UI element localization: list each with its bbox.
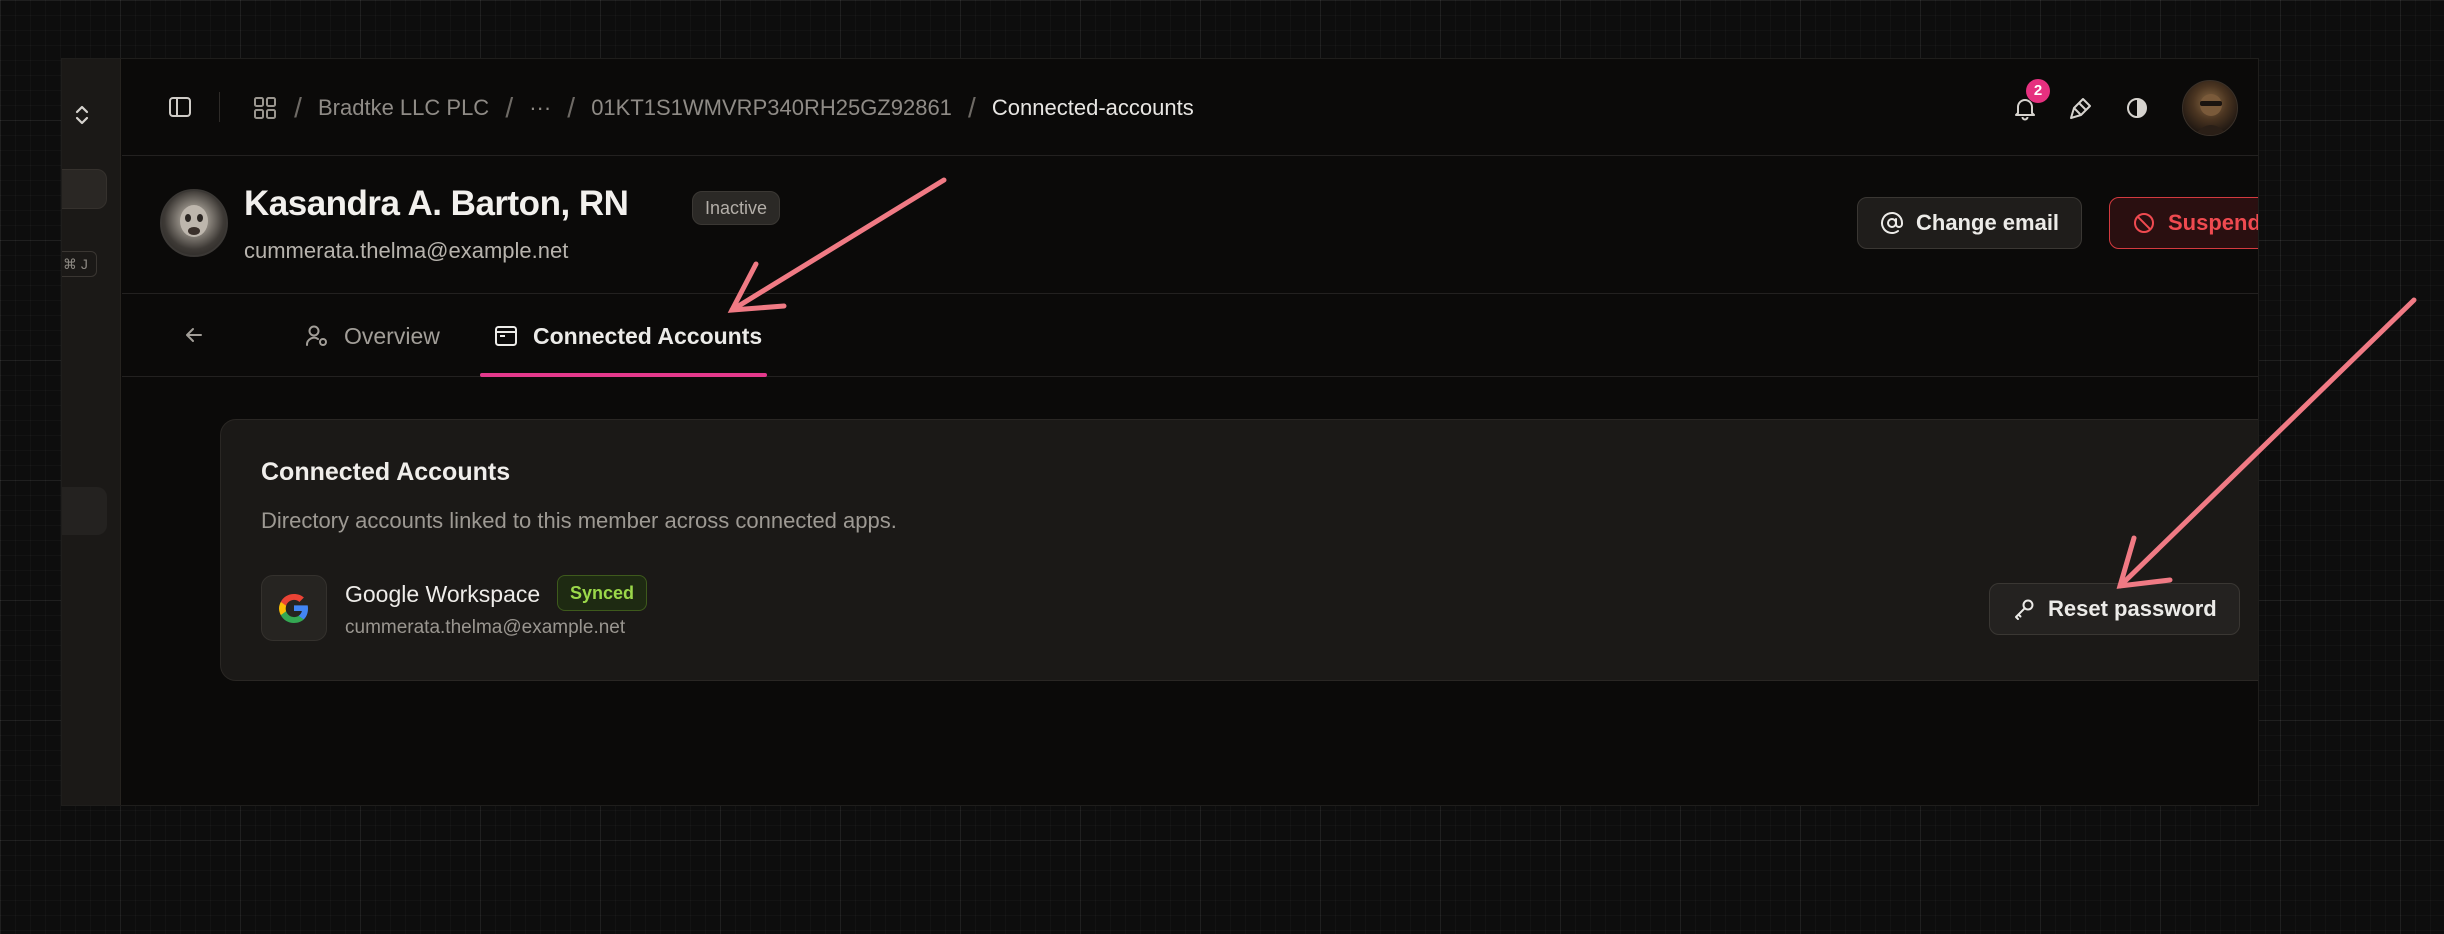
suspend-label: Suspend: [2168, 210, 2259, 235]
tab-connected-accounts[interactable]: Connected Accounts: [493, 295, 762, 377]
connected-account-email: cummerata.thelma@example.net: [345, 617, 626, 638]
divider: [219, 92, 220, 122]
breadcrumb-separator: /: [505, 91, 514, 123]
sync-status-badge: Synced: [557, 575, 648, 611]
breadcrumb-separator: /: [968, 91, 976, 123]
connected-accounts-card: Connected Accounts Directory accounts li…: [220, 419, 2258, 681]
chevrons-up-down-icon[interactable]: [68, 101, 96, 129]
reset-password-label: Reset password: [2048, 596, 2217, 621]
browser-window-icon: [493, 323, 519, 349]
tab-overview[interactable]: Overview: [304, 295, 440, 377]
user-avatar[interactable]: [2182, 79, 2238, 136]
tab-bar: Overview Connected Accounts: [122, 295, 2258, 377]
arrow-left-icon[interactable]: [177, 318, 211, 352]
tab-connected-accounts-label: Connected Accounts: [533, 322, 763, 349]
breadcrumb-item-member-id[interactable]: 01KT1S1WMVRP340RH25GZ92861: [591, 95, 952, 121]
breadcrumb-item-organization[interactable]: Bradtke LLC PLC: [318, 95, 489, 121]
sidebar-search-field[interactable]: [62, 169, 107, 209]
contrast-icon[interactable]: [2120, 91, 2154, 125]
breadcrumb: / Bradtke LLC PLC / ··· / 01KT1S1WMVRP34…: [252, 59, 1194, 156]
breadcrumb-ellipsis[interactable]: ···: [529, 95, 551, 121]
reset-password-button[interactable]: Reset password: [1989, 583, 2240, 635]
grid-icon[interactable]: [252, 95, 278, 121]
ban-icon: [2132, 211, 2156, 235]
app-window: ⌘ J / Bradtke LLC PLC / ··· / 01KT1S1WMV…: [61, 58, 2259, 806]
member-header: Kasandra A. Barton, RN Inactive cummerat…: [122, 156, 2258, 294]
breadcrumb-separator: /: [567, 91, 576, 123]
sidebar-toggle-icon[interactable]: [163, 90, 197, 124]
change-email-label: Change email: [1916, 210, 2060, 235]
member-name: Kasandra A. Barton, RN: [244, 184, 629, 223]
sidebar-collapsed: ⌘ J: [62, 59, 121, 805]
active-tab-indicator: [480, 373, 767, 377]
suspend-button[interactable]: Suspend: [2109, 197, 2259, 249]
main-panel: / Bradtke LLC PLC / ··· / 01KT1S1WMVRP34…: [122, 59, 2258, 805]
top-actions: 2: [2008, 59, 2238, 156]
notification-count-badge: 2: [2026, 78, 2050, 103]
shortcut-hint: ⌘ J: [62, 251, 97, 277]
user-cog-icon: [304, 323, 330, 349]
card-title: Connected Accounts: [261, 458, 511, 486]
google-icon: [261, 575, 327, 641]
breadcrumb-item-current: Connected-accounts: [991, 94, 1194, 120]
tab-overview-label: Overview: [344, 322, 440, 349]
card-description: Directory accounts linked to this member…: [261, 508, 897, 533]
breadcrumb-separator: /: [294, 91, 302, 123]
brush-icon[interactable]: [2064, 91, 2098, 125]
connected-app-name: Google Workspace: [345, 581, 541, 607]
member-email: cummerata.thelma@example.net: [244, 238, 569, 263]
member-avatar: [160, 189, 228, 257]
sidebar-active-item[interactable]: [62, 487, 107, 535]
key-icon: [2012, 597, 2036, 621]
change-email-button[interactable]: Change email: [1857, 197, 2083, 249]
at-sign-icon: [1880, 211, 1904, 235]
status-badge: Inactive: [692, 191, 781, 225]
top-bar: / Bradtke LLC PLC / ··· / 01KT1S1WMVRP34…: [122, 59, 2258, 156]
notifications-button[interactable]: 2: [2008, 78, 2050, 125]
